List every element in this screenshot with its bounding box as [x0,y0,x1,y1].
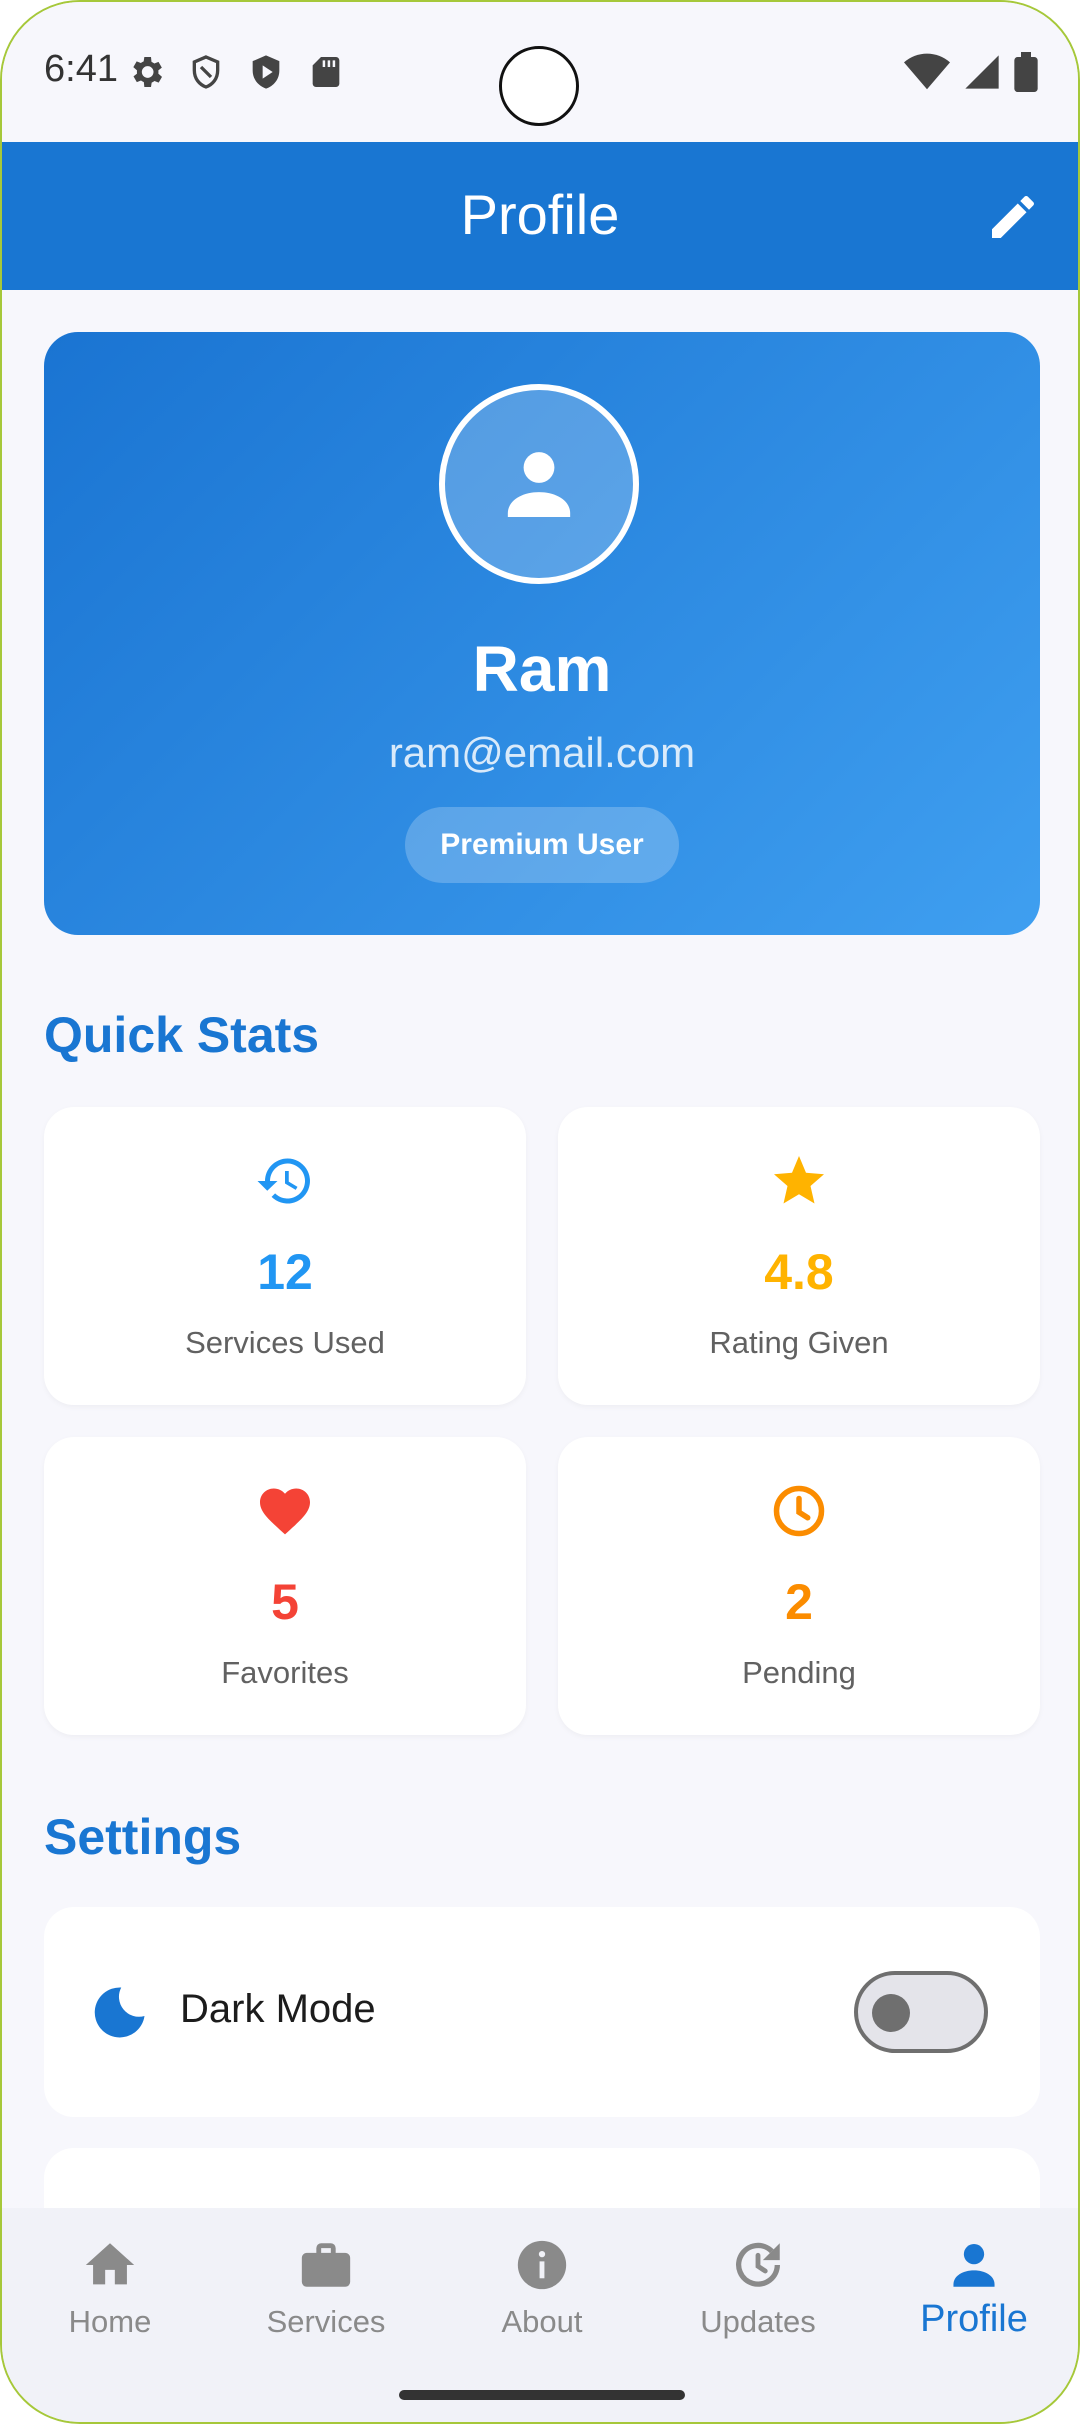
stat-label: Services Used [185,1325,385,1360]
person-icon [507,452,571,517]
stat-value: 5 [271,1574,299,1630]
person-icon [953,2243,995,2287]
pencil-icon [992,195,1034,238]
update-icon [736,2242,780,2287]
stat-card-favorites[interactable]: 5 Favorites [44,1437,526,1735]
shield-outline-icon [192,55,220,89]
moon-icon [94,1987,145,2038]
status-icons-right [904,52,1038,92]
stat-card-services-used[interactable]: 12 Services Used [44,1107,526,1405]
stat-value: 2 [785,1574,813,1630]
phone-screen: 6:41 Profile Ram ram@email.com Premium U… [0,0,1080,2424]
shield-play-icon [252,55,280,89]
gear-icon [133,57,162,87]
nav-home[interactable]: Home [2,2236,218,2376]
nav-label: Profile [920,2298,1028,2340]
stat-label: Pending [742,1655,856,1690]
status-time: 6:41 [44,48,118,90]
status-icons-left [126,52,346,92]
page-title: Profile [460,183,620,246]
heart-icon [260,1488,310,1535]
status-bar: 6:41 [2,2,1078,142]
nav-updates[interactable]: Updates [650,2236,866,2376]
nav-services[interactable]: Services [218,2236,434,2376]
stat-card-rating-given[interactable]: 4.8 Rating Given [558,1107,1040,1405]
setting-dark-mode[interactable]: Dark Mode [44,1907,1040,2117]
info-icon [517,2240,567,2290]
profile-email: ram@email.com [388,729,696,776]
profile-card: Ram ram@email.com Premium User [44,332,1040,935]
wifi-icon [904,53,950,90]
home-icon [85,2243,135,2285]
briefcase-icon [301,2243,351,2287]
nav-profile[interactable]: Profile [866,2236,1078,2376]
nav-label: Updates [700,2304,816,2339]
signal-icon [965,55,999,89]
stat-card-pending[interactable]: 2 Pending [558,1437,1040,1735]
dark-mode-toggle[interactable] [854,1971,988,2053]
nav-label: Services [266,2304,386,2339]
edit-profile-button[interactable] [978,182,1048,252]
front-camera [499,46,579,126]
nav-label: About [501,2304,583,2339]
stat-label: Rating Given [709,1325,889,1360]
history-icon [257,1158,310,1204]
settings-title: Settings [44,1809,242,1865]
sd-card-icon [312,57,340,87]
home-indicator[interactable] [399,2390,685,2400]
toggle-knob [872,1994,910,2032]
star-icon [774,1156,824,1204]
app-bar: Profile [2,142,1078,290]
profile-name: Ram [472,633,612,705]
battery-icon [1014,52,1038,92]
premium-badge: Premium User [405,807,679,883]
setting-label: Dark Mode [180,1987,376,2031]
quick-stats-title: Quick Stats [44,1007,320,1063]
avatar[interactable] [439,384,639,584]
nav-label: Home [68,2304,152,2339]
clock-icon [773,1485,825,1537]
stat-value: 12 [257,1244,313,1300]
nav-about[interactable]: About [434,2236,650,2376]
stat-value: 4.8 [764,1244,834,1300]
stat-label: Favorites [221,1655,349,1690]
